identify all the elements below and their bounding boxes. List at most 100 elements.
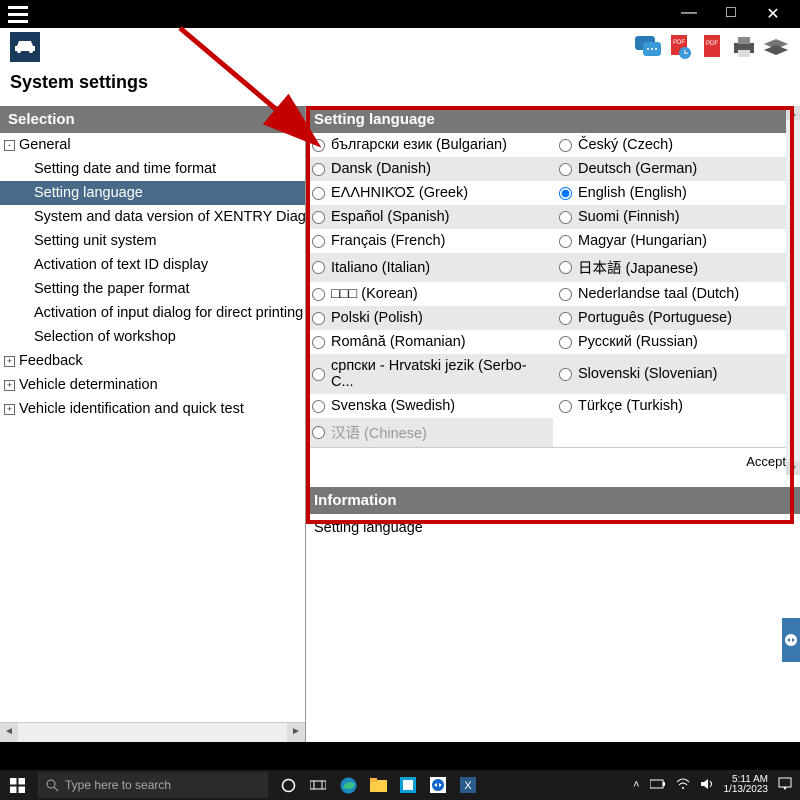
language-radio[interactable] <box>559 336 572 349</box>
sidebar-item-10[interactable]: +Vehicle determination <box>0 373 305 397</box>
language-option[interactable]: Dansk (Danish) <box>306 157 553 181</box>
language-radio[interactable] <box>559 235 572 248</box>
window-close[interactable]: ✕ <box>764 4 782 24</box>
language-radio[interactable] <box>312 368 325 381</box>
teamviewer-task-icon[interactable] <box>428 775 448 795</box>
pdf-icon[interactable]: PDF <box>698 33 726 61</box>
tray-notifications-icon[interactable] <box>778 777 792 794</box>
start-button[interactable] <box>0 770 34 800</box>
chat-icon[interactable] <box>634 33 662 61</box>
language-option[interactable]: English (English) <box>553 181 800 205</box>
language-option[interactable]: Nederlandse taal (Dutch) <box>553 282 800 306</box>
window-maximize[interactable]: □ <box>722 4 740 24</box>
language-option[interactable]: □□□ (Korean) <box>306 282 553 306</box>
scroll-up-icon[interactable]: ▲ <box>786 106 800 120</box>
edge-icon[interactable] <box>338 775 358 795</box>
vehicle-button[interactable] <box>10 32 40 62</box>
sidebar-item-8[interactable]: Selection of workshop <box>0 325 305 349</box>
language-radio[interactable] <box>559 163 572 176</box>
language-radio[interactable] <box>559 312 572 325</box>
xentry-task-icon[interactable]: X <box>458 775 478 795</box>
sidebar-item-7[interactable]: Activation of input dialog for direct pr… <box>0 301 305 325</box>
tray-battery-icon[interactable] <box>650 779 666 792</box>
language-option[interactable]: Italiano (Italian) <box>306 253 553 282</box>
language-radio[interactable] <box>312 261 325 274</box>
language-radio[interactable] <box>312 211 325 224</box>
expand-icon[interactable]: + <box>4 404 15 415</box>
language-option[interactable]: Português (Portuguese) <box>553 306 800 330</box>
explorer-icon[interactable] <box>368 775 388 795</box>
language-option[interactable]: српски - Hrvatski jezik (Serbo-C... <box>306 354 553 394</box>
search-input[interactable]: Type here to search <box>38 772 268 798</box>
language-option[interactable]: Magyar (Hungarian) <box>553 229 800 253</box>
language-label: ΕΛΛΗΝΙΚΌΣ (Greek) <box>331 185 468 201</box>
language-option[interactable]: Svenska (Swedish) <box>306 394 553 418</box>
app1-icon[interactable] <box>398 775 418 795</box>
language-label: Français (French) <box>331 233 445 249</box>
sidebar-item-4[interactable]: Setting unit system <box>0 229 305 253</box>
language-radio[interactable] <box>312 336 325 349</box>
language-option[interactable]: Polski (Polish) <box>306 306 553 330</box>
taskview-icon[interactable] <box>308 775 328 795</box>
language-radio[interactable] <box>312 400 325 413</box>
window-minimize[interactable]: — <box>680 4 698 24</box>
scroll-left-icon[interactable]: ◄ <box>0 723 18 742</box>
language-option[interactable]: Deutsch (German) <box>553 157 800 181</box>
expand-icon[interactable]: + <box>4 356 15 367</box>
scroll-down-icon[interactable]: ▼ <box>786 461 800 475</box>
scroll-right-icon[interactable]: ► <box>287 723 305 742</box>
language-option[interactable]: ΕΛΛΗΝΙΚΌΣ (Greek) <box>306 181 553 205</box>
language-option[interactable]: Русский (Russian) <box>553 330 800 354</box>
language-option[interactable]: Français (French) <box>306 229 553 253</box>
sidebar-item-6[interactable]: Setting the paper format <box>0 277 305 301</box>
language-radio[interactable] <box>559 368 572 381</box>
tray-wifi-icon[interactable] <box>676 778 690 793</box>
teamviewer-tab[interactable] <box>782 618 800 662</box>
language-radio[interactable] <box>559 187 572 200</box>
sidebar-item-2[interactable]: Setting language <box>0 181 305 205</box>
language-option[interactable]: Český (Czech) <box>553 133 800 157</box>
tray-clock[interactable]: 5:11 AM 1/13/2023 <box>724 775 769 795</box>
sidebar-item-1[interactable]: Setting date and time format <box>0 157 305 181</box>
language-option[interactable]: български език (Bulgarian) <box>306 133 553 157</box>
language-option[interactable]: 汉语 (Chinese) <box>306 418 553 447</box>
language-option[interactable]: 日本語 (Japanese) <box>553 253 800 282</box>
language-label: Deutsch (German) <box>578 161 697 177</box>
language-radio[interactable] <box>559 400 572 413</box>
cortana-icon[interactable] <box>278 775 298 795</box>
sidebar-item-5[interactable]: Activation of text ID display <box>0 253 305 277</box>
language-option[interactable]: Türkçe (Turkish) <box>553 394 800 418</box>
sidebar-item-3[interactable]: System and data version of XENTRY Diagno… <box>0 205 305 229</box>
hamburger-menu[interactable] <box>0 0 36 28</box>
expand-icon[interactable]: + <box>4 380 15 391</box>
language-radio[interactable] <box>559 261 572 274</box>
stack-icon[interactable] <box>762 33 790 61</box>
sidebar-item-0[interactable]: -General <box>0 133 305 157</box>
language-radio[interactable] <box>312 187 325 200</box>
language-option[interactable]: Suomi (Finnish) <box>553 205 800 229</box>
language-radio[interactable] <box>312 139 325 152</box>
collapse-icon[interactable]: - <box>4 140 15 151</box>
language-option[interactable]: Español (Spanish) <box>306 205 553 229</box>
language-radio[interactable] <box>312 163 325 176</box>
sidebar-item-11[interactable]: +Vehicle identification and quick test <box>0 397 305 421</box>
sidebar-item-9[interactable]: +Feedback <box>0 349 305 373</box>
language-radio[interactable] <box>559 211 572 224</box>
pdf-clock-icon[interactable]: PDF <box>666 33 694 61</box>
sidebar-hscroll[interactable]: ◄ ► <box>0 722 305 742</box>
tray-chevron-icon[interactable]: ˄ <box>633 779 639 791</box>
language-radio[interactable] <box>312 312 325 325</box>
language-label: Suomi (Finnish) <box>578 209 680 225</box>
language-radio[interactable] <box>559 288 572 301</box>
accept-button[interactable]: Accept <box>306 447 800 475</box>
page-title: System settings <box>0 66 800 106</box>
language-radio[interactable] <box>312 288 325 301</box>
printer-icon[interactable] <box>730 33 758 61</box>
content-vscroll[interactable]: ▲ ▼ <box>786 106 800 475</box>
language-option[interactable]: Română (Romanian) <box>306 330 553 354</box>
language-radio[interactable] <box>312 426 325 439</box>
language-radio[interactable] <box>559 139 572 152</box>
language-option[interactable]: Slovenski (Slovenian) <box>553 354 800 394</box>
tray-volume-icon[interactable] <box>700 778 714 793</box>
language-radio[interactable] <box>312 235 325 248</box>
